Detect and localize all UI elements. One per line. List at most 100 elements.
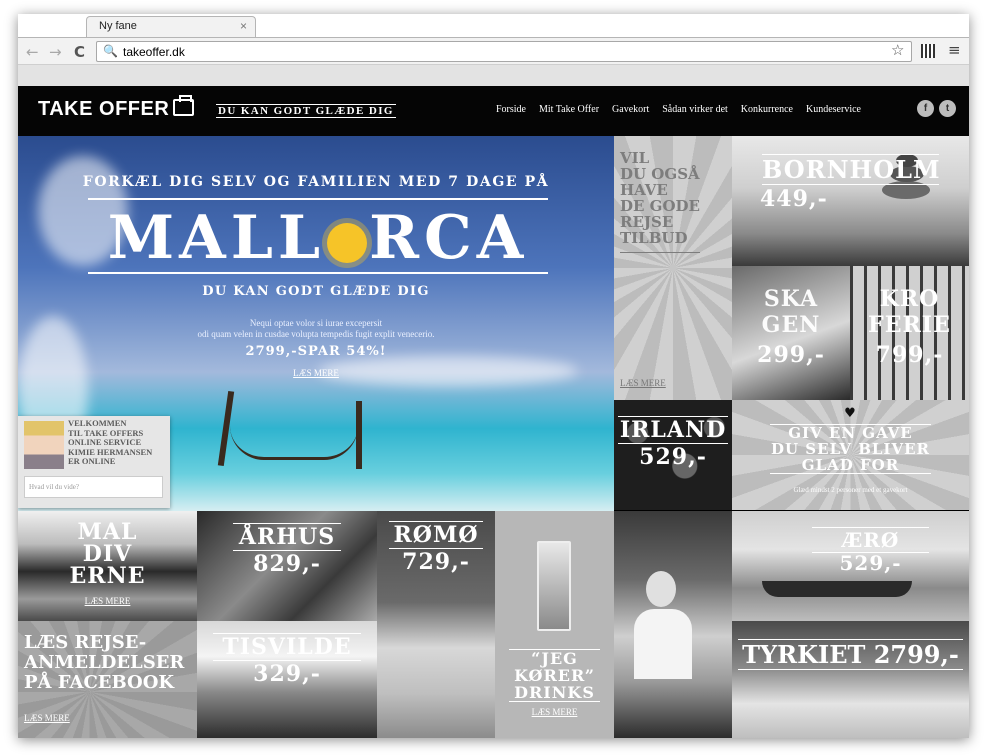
tile-aero[interactable]: ÆRØ 529,-: [732, 511, 969, 621]
heart-icon: ♥: [844, 406, 857, 421]
tile-facebook-reviews[interactable]: LÆS REJSE- ANMELDELSER PÅ FACEBOOK LÆS M…: [18, 621, 197, 738]
reload-icon[interactable]: C: [74, 43, 85, 61]
tile-maldiverne[interactable]: MAL DIV ERNE LÆS MERE: [18, 511, 197, 621]
drink-glass-icon: [537, 541, 571, 631]
maldiverne-line2: DIV: [82, 541, 133, 567]
facebook-line1: LÆS REJSE-: [24, 632, 147, 653]
skagen-title: SKA GEN: [732, 286, 850, 338]
nav-mit-take-offer[interactable]: Mit Take Offer: [539, 104, 599, 115]
avatar: [24, 421, 64, 469]
hero-price: 2799,-SPAR 54%!: [245, 344, 387, 359]
forward-arrow-icon[interactable]: →: [49, 43, 62, 61]
tile-drinks[interactable]: “JEG KØRER” DRINKS LÆS MERE: [495, 511, 614, 738]
facebook-read-more-link[interactable]: LÆS MERE: [24, 713, 70, 723]
facebook-icon[interactable]: f: [917, 100, 934, 117]
nav-gavekort[interactable]: Gavekort: [612, 104, 649, 115]
hero-title: MALL RCA: [88, 198, 548, 274]
site-logo[interactable]: TAKE OFFER: [38, 95, 195, 121]
tile-skagen[interactable]: SKA GEN 299,-: [732, 266, 850, 400]
aarhus-title: ÅRHUS: [233, 523, 341, 551]
tile-irland[interactable]: IRLAND 529,-: [614, 400, 732, 510]
twitter-icon[interactable]: t: [939, 100, 956, 117]
tile-gift[interactable]: ♥ GIV EN GAVE DU SELV BLIVER GLAD FOR Gl…: [732, 400, 969, 510]
kroferie-price: 799,-: [875, 342, 944, 368]
kroferie-line1: KRO: [879, 286, 940, 312]
newsletter-text: VIL DU OGSÅ HAVE DE GODE REJSE TILBUD: [620, 150, 700, 253]
facebook-line3: PÅ FACEBOOK: [24, 672, 175, 693]
tab-title: Ny fane: [99, 20, 137, 32]
tisvilde-price: 329,-: [253, 661, 321, 687]
bornholm-price: 449,-: [760, 186, 828, 212]
tile-woman-photo: [614, 511, 732, 738]
newsletter-read-more-link[interactable]: LÆS MERE: [620, 378, 666, 388]
logo-text: TAKE OFFER: [38, 98, 170, 120]
nav-konkurrence[interactable]: Konkurrence: [741, 104, 793, 115]
tab-strip: Ny fane ×: [18, 14, 969, 38]
drinks-read-more-link[interactable]: LÆS MERE: [495, 707, 614, 717]
bookmarks-bar: [18, 65, 969, 86]
irland-title: IRLAND: [618, 416, 728, 444]
newsletter-line1: VIL: [620, 149, 650, 167]
tile-tisvilde[interactable]: TISVILDE 329,-: [197, 621, 377, 738]
chat-widget: VELKOMMEN TIL TAKE OFFERS ONLINE SERVICE…: [18, 416, 170, 508]
tile-aarhus[interactable]: ÅRHUS 829,-: [197, 511, 377, 621]
tile-bornholm[interactable]: BORNHOLM 449,-: [732, 136, 969, 266]
chat-message: VELKOMMEN TIL TAKE OFFERS ONLINE SERVICE…: [68, 418, 152, 467]
back-arrow-icon[interactable]: ←: [26, 43, 39, 61]
hero-read-more-link[interactable]: LÆS MERE: [18, 368, 614, 378]
gift-title: GIV EN GAVE DU SELV BLIVER GLAD FOR: [770, 424, 931, 474]
kroferie-title: KRO FERIE: [850, 286, 969, 338]
hero-body-line2: odi quam velen in cusdae volupta tempedi…: [197, 329, 435, 339]
maldiverne-line3: ERNE: [69, 563, 146, 589]
qr-code-icon[interactable]: [921, 44, 935, 58]
main-nav: Forside Mit Take Offer Gavekort Sådan vi…: [496, 104, 861, 115]
hero-subtitle: DU KAN GODT GLÆDE DIG: [202, 284, 430, 299]
menu-icon[interactable]: ≡: [948, 41, 961, 59]
tyrkiet-title: TYRKIET 2799,-: [738, 639, 963, 670]
drinks-line2: KØRER”: [514, 666, 595, 685]
facebook-title: LÆS REJSE- ANMELDELSER PÅ FACEBOOK: [24, 633, 184, 693]
irland-price: 529,-: [639, 444, 707, 470]
maldiverne-read-more-link[interactable]: LÆS MERE: [18, 596, 197, 606]
romo-title: RØMØ: [389, 521, 483, 549]
newsletter-line3: HAVE: [620, 181, 668, 199]
site-slogan: DU KAN GODT GLÆDE DIG: [216, 104, 396, 118]
tab-close-icon[interactable]: ×: [240, 19, 247, 33]
website: TAKE OFFER DU KAN GODT GLÆDE DIG Forside…: [18, 86, 969, 738]
bookmark-star-icon[interactable]: ☆: [891, 41, 904, 59]
browser-toolbar: ← → C 🔍 takeoffer.dk ☆ ≡: [18, 37, 969, 65]
nav-saadan-virker-det[interactable]: Sådan virker det: [662, 104, 728, 115]
browser-tab[interactable]: Ny fane ×: [86, 16, 256, 38]
maldiverne-title: MAL DIV ERNE: [18, 521, 197, 587]
maldiverne-line1: MAL: [77, 519, 138, 545]
address-bar[interactable]: 🔍 takeoffer.dk: [96, 41, 912, 62]
tisvilde-title: TISVILDE: [213, 633, 361, 661]
hero-pretitle: FORKÆL DIG SELV OG FAMILIEN MED 7 DAGE P…: [82, 174, 550, 190]
aero-price: 529,-: [839, 551, 902, 575]
face: [646, 571, 676, 607]
hero-body-line1: Nequi optae volor si iurae excepersit: [249, 318, 383, 328]
newsletter-line2: DU OGSÅ: [620, 165, 700, 183]
gift-line3: GLAD FOR: [801, 456, 900, 474]
tile-romo[interactable]: RØMØ 729,-: [377, 511, 495, 738]
boat: [762, 581, 912, 597]
gift-line2: DU SELV BLIVER: [771, 440, 930, 458]
hammock: [230, 426, 358, 460]
hero-title-left: MALL: [107, 203, 326, 273]
aero-title: ÆRØ: [812, 527, 929, 553]
tile-tyrkiet[interactable]: TYRKIET 2799,-: [732, 621, 969, 738]
hero-body: Nequi optae volor si iurae excepersit odi…: [18, 318, 614, 340]
bornholm-title: BORNHOLM: [762, 154, 941, 185]
nav-kundeservice[interactable]: Kundeservice: [806, 104, 861, 115]
aarhus-price: 829,-: [253, 551, 321, 577]
hammock-post-right: [356, 401, 362, 469]
nav-forside[interactable]: Forside: [496, 104, 526, 115]
chat-input[interactable]: Hvad vil du vide?: [24, 476, 163, 498]
newsletter-line5: REJSE: [620, 213, 674, 231]
tile-kroferie[interactable]: KRO FERIE 799,-: [850, 266, 969, 400]
tile-newsletter[interactable]: VIL DU OGSÅ HAVE DE GODE REJSE TILBUD LÆ…: [614, 136, 732, 400]
drinks-title: “JEG KØRER” DRINKS: [509, 649, 600, 702]
chat-line5: ER ONLINE: [68, 456, 116, 466]
kroferie-line2: FERIE: [868, 312, 951, 338]
hero-banner-mallorca[interactable]: FORKÆL DIG SELV OG FAMILIEN MED 7 DAGE P…: [18, 136, 614, 511]
